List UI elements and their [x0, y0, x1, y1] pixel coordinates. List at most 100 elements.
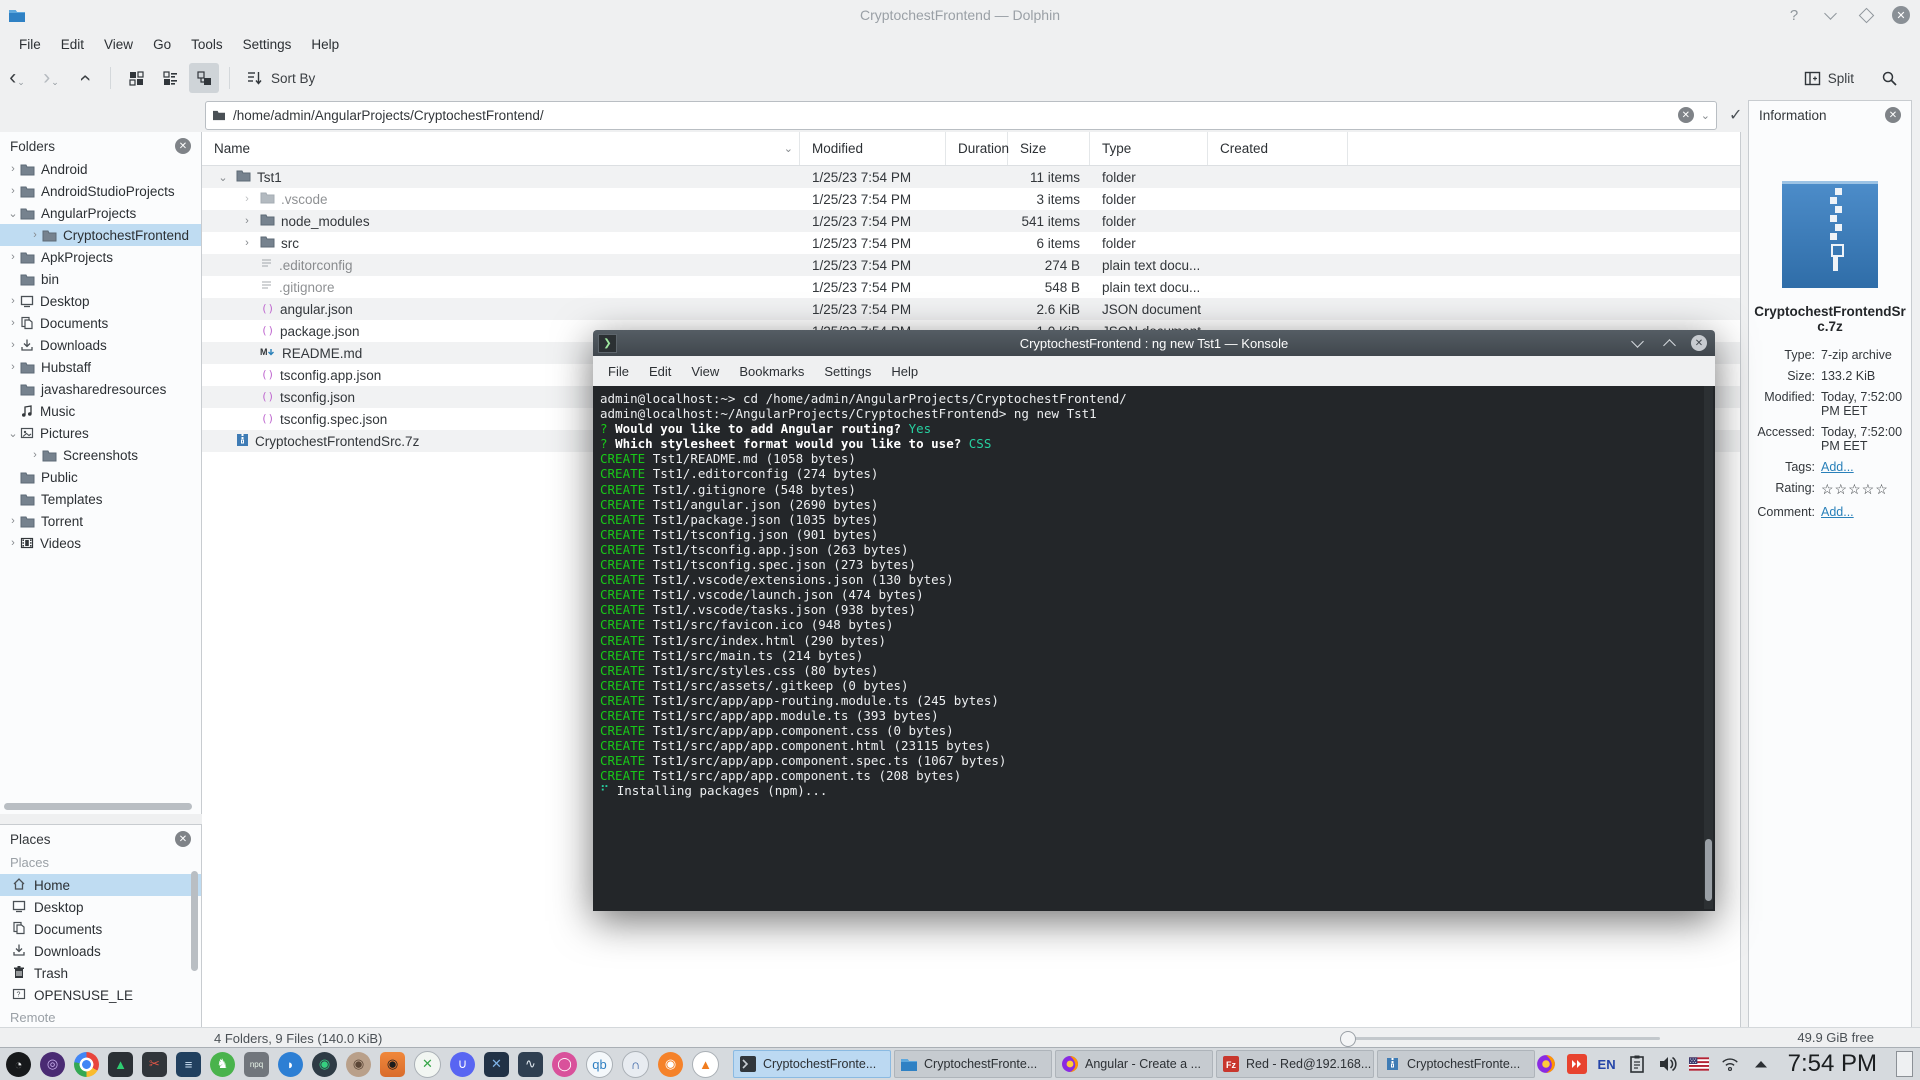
thunderbird-launcher[interactable]: ◗	[278, 1052, 303, 1077]
sidebar-item-music[interactable]: Music	[0, 400, 201, 422]
postgresql-launcher[interactable]: ∿	[518, 1052, 543, 1077]
menu-settings[interactable]: Settings	[234, 34, 301, 55]
opensuse-launcher[interactable]: ◔	[6, 1052, 31, 1077]
chevron-down-icon[interactable]: ⌄	[6, 427, 20, 440]
discord-launcher[interactable]: ∪	[450, 1052, 475, 1077]
sidebar-item-javasharedresources[interactable]: javasharedresources	[0, 378, 201, 400]
us-flag-tray-icon[interactable]	[1689, 1054, 1709, 1074]
chevron-right-icon[interactable]: ›	[6, 295, 20, 307]
clipboard-tray-icon[interactable]	[1627, 1054, 1647, 1074]
table-row[interactable]: .gitignore1/25/23 7:54 PM548 Bplain text…	[202, 276, 1740, 298]
sidebar-item-androidstudioprojects[interactable]: ›AndroidStudioProjects	[0, 180, 201, 202]
forward-button[interactable]: ›⌄	[36, 63, 66, 93]
location-confirm-icon[interactable]: ✓	[1729, 105, 1742, 125]
sidebar-item-hubstaff[interactable]: ›Hubstaff	[0, 356, 201, 378]
crossover-launcher[interactable]: ✕	[414, 1051, 441, 1078]
media-player-launcher[interactable]: ◉	[312, 1052, 337, 1077]
konsole-menu-edit[interactable]: Edit	[640, 361, 680, 382]
task-ark[interactable]: CryptochestFronte...	[1377, 1050, 1535, 1078]
sidebar-item-pictures[interactable]: ⌄Pictures	[0, 422, 201, 444]
menu-edit[interactable]: Edit	[52, 34, 93, 55]
info-add-link[interactable]: Add...	[1821, 505, 1907, 519]
sidebar-item-apkprojects[interactable]: ›ApkProjects	[0, 246, 201, 268]
zoom-slider-knob[interactable]	[1340, 1031, 1356, 1047]
tree-view-button[interactable]	[189, 63, 219, 93]
zoom-slider[interactable]	[1340, 1037, 1660, 1040]
menu-tools[interactable]: Tools	[182, 34, 232, 55]
close-button[interactable]: ✕	[1892, 6, 1910, 24]
chrome-launcher[interactable]	[74, 1052, 99, 1077]
task-konsole[interactable]: CryptochestFronte...	[733, 1050, 891, 1078]
split-button[interactable]: Split	[1798, 63, 1860, 93]
chevron-right-icon[interactable]: ›	[240, 237, 254, 249]
chevron-right-icon[interactable]: ›	[240, 193, 254, 205]
konsole-menu-file[interactable]: File	[599, 361, 638, 382]
tray-expander-icon[interactable]	[1751, 1054, 1771, 1074]
column-header-name[interactable]: Name⌄	[202, 132, 800, 165]
minimize-button[interactable]	[1820, 5, 1840, 25]
sidebar-item-public[interactable]: Public	[0, 466, 201, 488]
places-item-documents[interactable]: Documents	[0, 918, 201, 940]
dolphin-titlebar[interactable]: CryptochestFrontend — Dolphin ? ✕	[0, 0, 1920, 30]
show-desktop-button[interactable]	[1896, 1051, 1913, 1077]
chevron-right-icon[interactable]: ›	[6, 251, 20, 263]
terminal-output[interactable]: admin@localhost:~> cd /home/admin/Angula…	[593, 386, 1715, 911]
chevron-right-icon[interactable]: ›	[6, 537, 20, 549]
chevron-right-icon[interactable]: ›	[6, 361, 20, 373]
sidebar-item-downloads[interactable]: ›Downloads	[0, 334, 201, 356]
places-item-trash[interactable]: Trash	[0, 962, 201, 984]
sidebar-item-documents[interactable]: ›Documents	[0, 312, 201, 334]
keyboard-layout-indicator[interactable]: EN	[1598, 1057, 1616, 1072]
chevron-down-icon[interactable]: ⌄	[6, 207, 20, 220]
chevron-right-icon[interactable]: ›	[6, 317, 20, 329]
task-filezilla[interactable]: FzRed - Red@192.168...	[1216, 1050, 1374, 1078]
places-item-desktop[interactable]: Desktop	[0, 896, 201, 918]
places-item-opensuse_le[interactable]: ?OPENSUSE_LE	[0, 984, 201, 1006]
sort-by-button[interactable]: Sort By	[240, 63, 321, 93]
wifi-tray-icon[interactable]	[1720, 1054, 1740, 1074]
table-row[interactable]: ›.vscode1/25/23 7:54 PM3 itemsfolder	[202, 188, 1740, 210]
chevron-right-icon[interactable]: ›	[6, 163, 20, 175]
chevron-right-icon[interactable]: ›	[28, 229, 42, 241]
blender-launcher[interactable]: ◉	[658, 1052, 683, 1077]
places-item-downloads[interactable]: Downloads	[0, 940, 201, 962]
places-scrollbar[interactable]	[191, 871, 198, 971]
sidebar-item-android[interactable]: ›Android	[0, 158, 201, 180]
details-view-button[interactable]	[155, 63, 185, 93]
help-button[interactable]: ?	[1784, 5, 1804, 25]
chevron-down-icon[interactable]: ⌄	[216, 171, 230, 184]
info-add-link[interactable]: Add...	[1821, 460, 1907, 474]
mascot-launcher[interactable]: ♞	[210, 1052, 235, 1077]
picard-launcher[interactable]: ◯	[552, 1052, 577, 1077]
sidebar-item-screenshots[interactable]: ›Screenshots	[0, 444, 201, 466]
konsole-menu-settings[interactable]: Settings	[815, 361, 880, 382]
table-row[interactable]: .editorconfig1/25/23 7:54 PM274 Bplain t…	[202, 254, 1740, 276]
sidebar-item-bin[interactable]: bin	[0, 268, 201, 290]
menu-help[interactable]: Help	[302, 34, 348, 55]
xterm-launcher[interactable]: ✕	[484, 1052, 509, 1077]
audacity-launcher[interactable]: ∩	[622, 1051, 649, 1078]
chevron-right-icon[interactable]: ›	[6, 515, 20, 527]
chevron-right-icon[interactable]: ›	[6, 339, 20, 351]
menu-file[interactable]: File	[10, 34, 50, 55]
column-header-created[interactable]: Created	[1208, 132, 1348, 165]
gimp-launcher[interactable]: ◉	[346, 1052, 371, 1077]
up-button[interactable]: ‹	[70, 63, 100, 93]
places-panel-close-icon[interactable]: ✕	[175, 831, 191, 847]
sidebar-item-templates[interactable]: Templates	[0, 488, 201, 510]
chevron-right-icon[interactable]: ›	[240, 215, 254, 227]
firefox-tray-icon[interactable]	[1536, 1054, 1556, 1074]
location-dropdown-icon[interactable]: ⌄	[1701, 109, 1710, 122]
settings-launcher[interactable]: ≡	[176, 1052, 201, 1077]
download-manager-tray-icon[interactable]	[1567, 1054, 1587, 1074]
konsole-menu-help[interactable]: Help	[882, 361, 927, 382]
table-row[interactable]: ›src1/25/23 7:54 PM6 itemsfolder	[202, 232, 1740, 254]
konsole-menu-view[interactable]: View	[682, 361, 728, 382]
maximize-button[interactable]	[1856, 5, 1876, 25]
column-header-duration[interactable]: Duration	[946, 132, 1008, 165]
location-bar[interactable]: /home/admin/AngularProjects/CryptochestF…	[205, 101, 1717, 130]
volume-tray-icon[interactable]	[1658, 1054, 1678, 1074]
column-header-modified[interactable]: Modified	[800, 132, 946, 165]
search-button[interactable]	[1874, 63, 1904, 93]
chevron-right-icon[interactable]: ›	[6, 185, 20, 197]
